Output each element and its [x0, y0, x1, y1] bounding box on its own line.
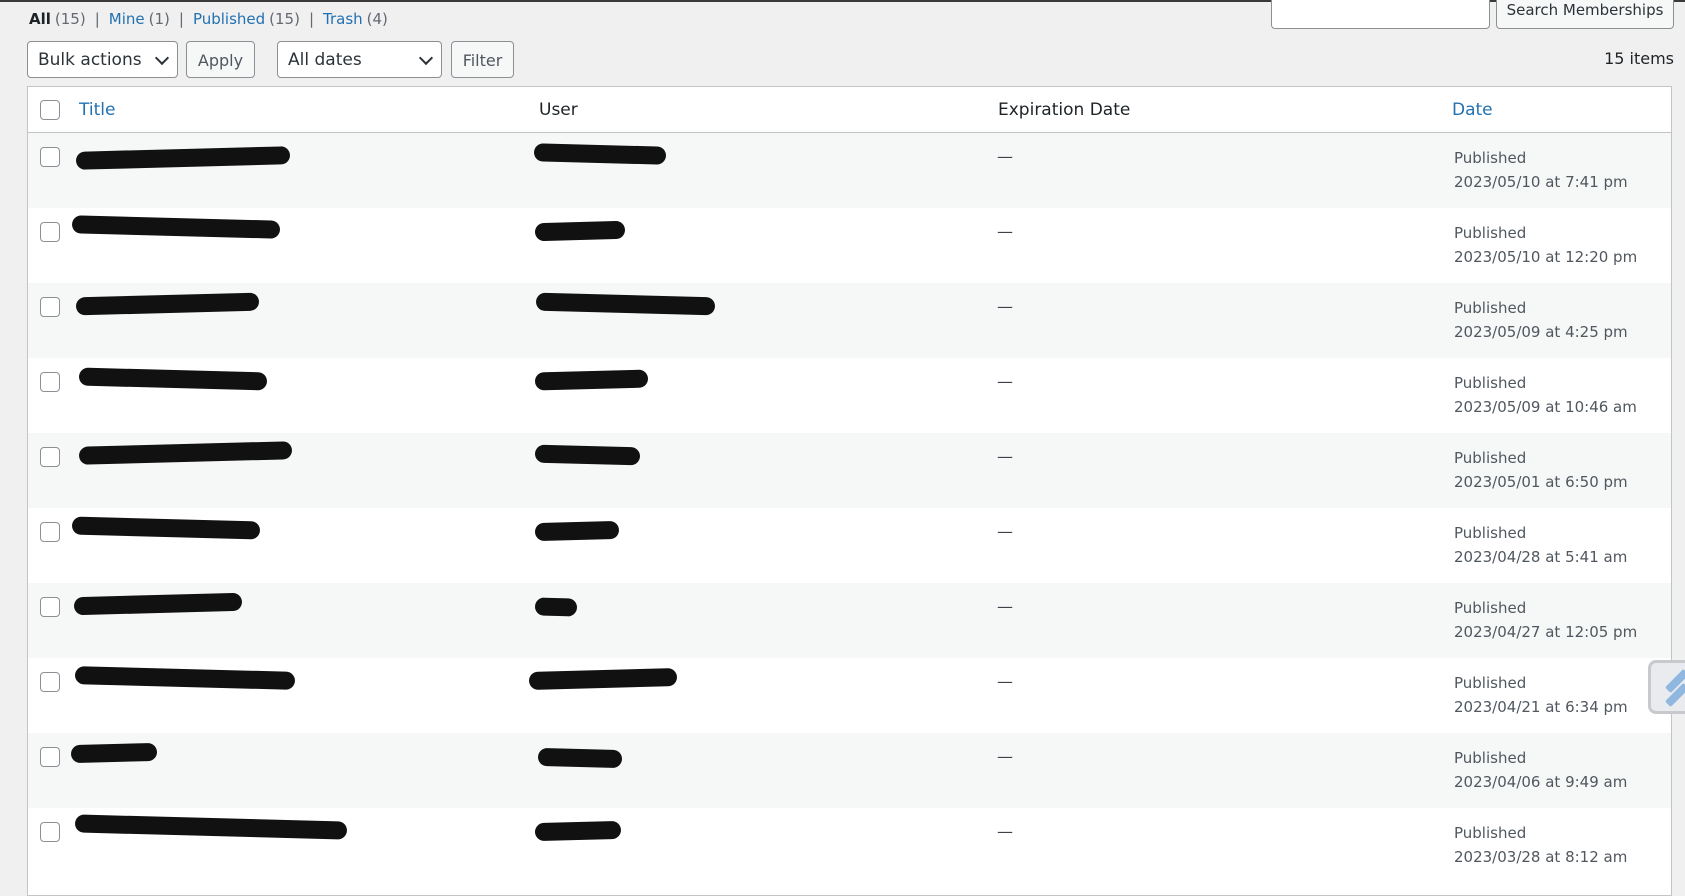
- redacted-title[interactable]: [74, 666, 296, 690]
- redacted-user[interactable]: [534, 369, 649, 391]
- date-cell: Published 2023/03/28 at 8:12 am: [1454, 824, 1628, 866]
- table-row: — Published 2023/04/27 at 12:05 pm: [28, 583, 1671, 658]
- apply-button[interactable]: Apply: [186, 41, 255, 78]
- redacted-title[interactable]: [78, 441, 293, 465]
- redacted-title[interactable]: [74, 814, 348, 840]
- table-row: — Published 2023/04/06 at 9:49 am: [28, 733, 1671, 808]
- expiration-date: —: [997, 522, 1013, 541]
- redacted-title[interactable]: [75, 146, 291, 170]
- dates-select[interactable]: All dates: [277, 41, 442, 78]
- table-header: Title User Expiration Date Date: [28, 87, 1671, 133]
- redacted-user[interactable]: [534, 597, 578, 617]
- search-memberships-button[interactable]: Search Memberships: [1496, 0, 1674, 29]
- row-checkbox[interactable]: [40, 372, 60, 392]
- row-checkbox[interactable]: [40, 297, 60, 317]
- table-row: — Published 2023/05/10 at 12:20 pm: [28, 208, 1671, 283]
- redacted-user[interactable]: [528, 668, 678, 690]
- date-cell: Published 2023/05/10 at 7:41 pm: [1454, 149, 1628, 191]
- table-row: — Published 2023/05/01 at 6:50 pm: [28, 433, 1671, 508]
- row-checkbox[interactable]: [40, 447, 60, 467]
- column-title[interactable]: Title: [79, 100, 115, 120]
- redacted-title[interactable]: [71, 516, 261, 540]
- table-row: — Published 2023/05/09 at 10:46 am: [28, 358, 1671, 433]
- search-input[interactable]: [1271, 0, 1490, 29]
- view-filters: All (15) | Mine (1) | Published (15) | Tras…: [29, 9, 388, 29]
- view-all[interactable]: All (15): [29, 9, 86, 29]
- redacted-title[interactable]: [78, 367, 268, 391]
- items-count: 15 items: [1604, 49, 1674, 68]
- table-row: — Published 2023/05/10 at 7:41 pm: [28, 133, 1671, 208]
- bulk-actions-select[interactable]: Bulk actions: [27, 41, 178, 78]
- row-checkbox[interactable]: [40, 147, 60, 167]
- date-cell: Published 2023/05/09 at 10:46 am: [1454, 374, 1637, 416]
- table-row: — Published 2023/04/21 at 6:34 pm: [28, 658, 1671, 733]
- row-checkbox[interactable]: [40, 597, 60, 617]
- view-mine[interactable]: Mine (1): [109, 9, 170, 29]
- redacted-title[interactable]: [73, 592, 243, 616]
- expiration-date: —: [997, 822, 1013, 841]
- expiration-date: —: [997, 372, 1013, 391]
- column-expiration-date: Expiration Date: [998, 100, 1131, 120]
- table-row: — Published 2023/05/09 at 4:25 pm: [28, 283, 1671, 358]
- chevron-down-icon: [418, 50, 434, 66]
- date-cell: Published 2023/05/09 at 4:25 pm: [1454, 299, 1628, 341]
- expiration-date: —: [997, 297, 1013, 316]
- column-user: User: [539, 100, 578, 120]
- expiration-date: —: [997, 147, 1013, 166]
- date-cell: Published 2023/05/10 at 12:20 pm: [1454, 224, 1638, 266]
- select-all-checkbox[interactable]: [40, 100, 60, 120]
- redacted-user[interactable]: [534, 820, 622, 842]
- expiration-date: —: [997, 672, 1013, 691]
- row-checkbox[interactable]: [40, 222, 60, 242]
- chevron-down-icon: [154, 50, 170, 66]
- row-checkbox[interactable]: [40, 747, 60, 767]
- date-cell: Published 2023/05/01 at 6:50 pm: [1454, 449, 1628, 491]
- date-cell: Published 2023/04/21 at 6:34 pm: [1454, 674, 1628, 716]
- row-checkbox[interactable]: [40, 522, 60, 542]
- date-cell: Published 2023/04/27 at 12:05 pm: [1454, 599, 1638, 641]
- table-row: — Published 2023/03/28 at 8:12 am: [28, 808, 1671, 883]
- table-row: — Published 2023/04/28 at 5:41 am: [28, 508, 1671, 583]
- redacted-user[interactable]: [534, 220, 626, 242]
- memberships-table: Title User Expiration Date Date — Publis…: [27, 86, 1672, 896]
- redacted-user[interactable]: [534, 520, 620, 542]
- expiration-date: —: [997, 747, 1013, 766]
- redacted-title[interactable]: [70, 742, 158, 764]
- view-trash[interactable]: Trash (4): [323, 9, 388, 29]
- redacted-user[interactable]: [537, 747, 623, 769]
- expiration-date: —: [997, 597, 1013, 616]
- row-checkbox[interactable]: [40, 822, 60, 842]
- floating-widget-button[interactable]: [1648, 660, 1685, 714]
- filter-button[interactable]: Filter: [451, 41, 514, 78]
- expiration-date: —: [997, 222, 1013, 241]
- redacted-title[interactable]: [71, 215, 281, 239]
- expiration-date: —: [997, 447, 1013, 466]
- column-date[interactable]: Date: [1452, 100, 1493, 120]
- view-published[interactable]: Published (15): [193, 9, 300, 29]
- date-cell: Published 2023/04/06 at 9:49 am: [1454, 749, 1628, 791]
- row-checkbox[interactable]: [40, 672, 60, 692]
- redacted-user[interactable]: [535, 292, 716, 316]
- redacted-title[interactable]: [75, 292, 260, 316]
- redacted-user[interactable]: [534, 444, 641, 466]
- redacted-user[interactable]: [533, 143, 667, 165]
- date-cell: Published 2023/04/28 at 5:41 am: [1454, 524, 1628, 566]
